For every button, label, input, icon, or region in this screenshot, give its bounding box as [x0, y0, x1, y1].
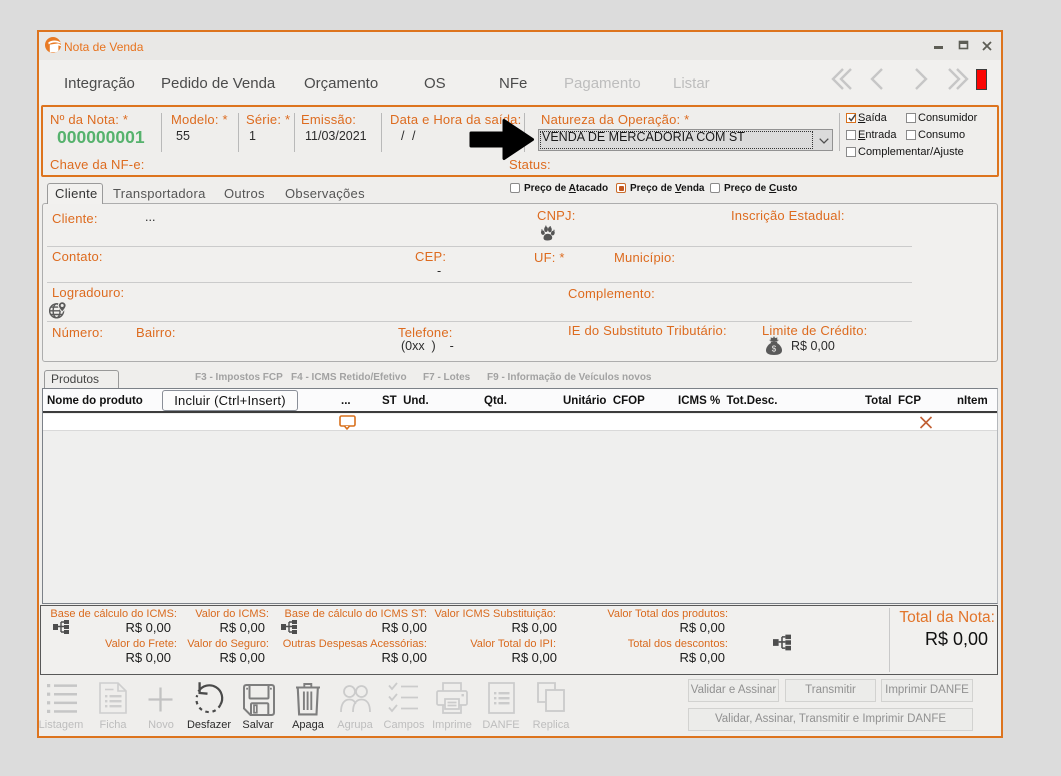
svg-text:$: $: [772, 345, 777, 354]
